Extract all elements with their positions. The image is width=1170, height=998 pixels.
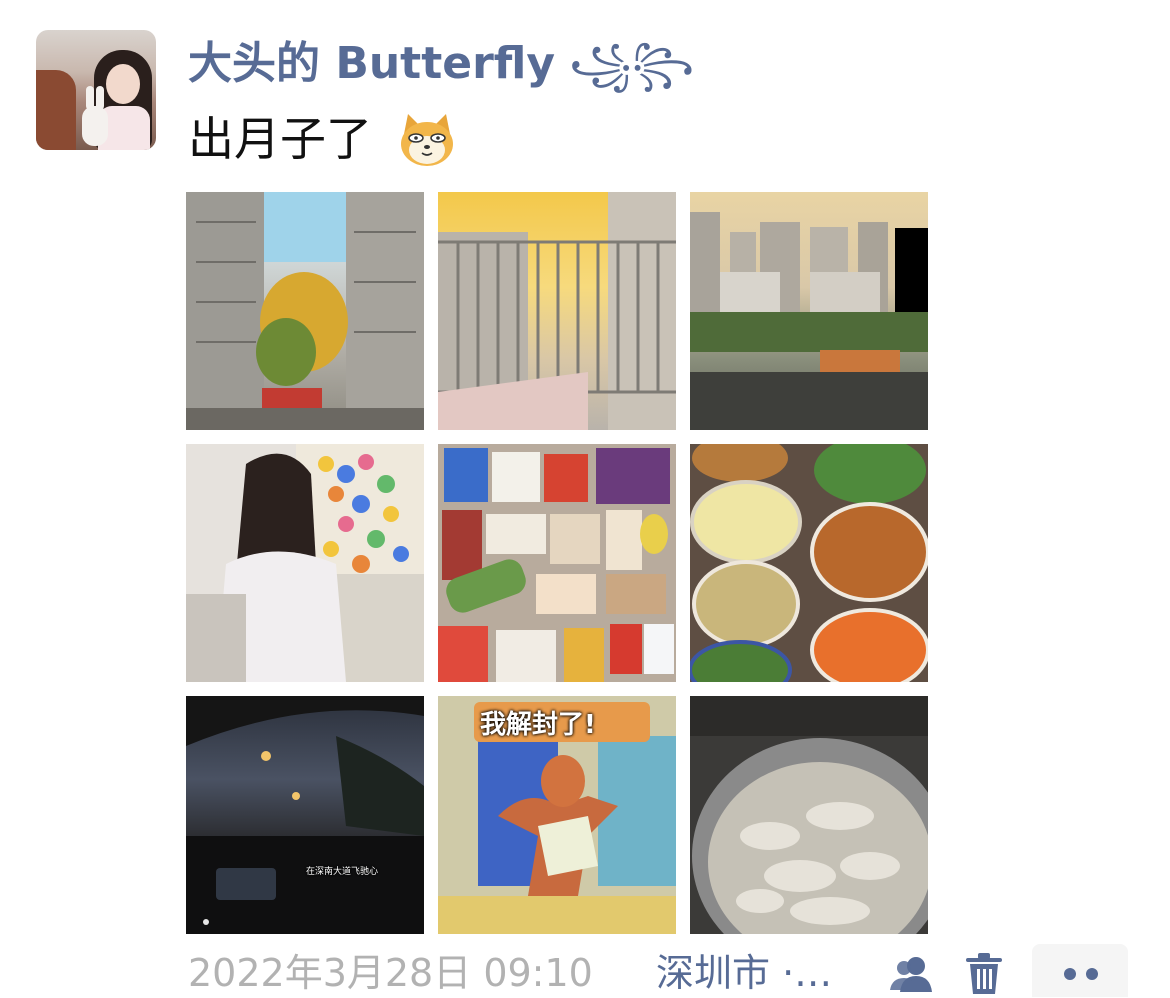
trash-icon[interactable] xyxy=(964,952,1004,996)
dog-emoji-icon xyxy=(401,114,453,166)
photo-8-caption: 我解封了! xyxy=(480,710,596,740)
username-text[interactable]: 大头的 Butterfly xyxy=(188,38,555,89)
photo-4[interactable] xyxy=(186,444,424,682)
post-footer: 2022年3月28日 09:10 深圳市 ·… xyxy=(0,944,1170,997)
photo-6[interactable] xyxy=(690,444,928,682)
username-decoration: ꧁꧂ xyxy=(569,42,695,88)
photo-7[interactable]: 在深南大道飞驰心 xyxy=(186,696,424,934)
photo-9[interactable] xyxy=(690,696,928,934)
post-timestamp: 2022年3月28日 09:10 xyxy=(188,951,593,995)
photo-7-caption: 在深南大道飞驰心 xyxy=(306,867,379,877)
photo-3[interactable] xyxy=(690,192,928,430)
username[interactable]: 大头的 Butterfly ꧁꧂ xyxy=(188,34,694,94)
photo-1[interactable] xyxy=(186,192,424,430)
photo-8[interactable]: 我解封了! xyxy=(438,696,676,934)
friends-visibility-icon[interactable] xyxy=(888,952,936,996)
post-text: 出月子了 xyxy=(188,112,372,166)
more-dots-icon[interactable] xyxy=(1032,944,1128,997)
photo-2[interactable] xyxy=(438,192,676,430)
photo-5[interactable] xyxy=(438,444,676,682)
post-location[interactable]: 深圳市 ·… xyxy=(656,948,832,998)
avatar[interactable] xyxy=(36,30,156,150)
photo-grid: 在深南大道飞驰心 我解封了! xyxy=(186,192,928,934)
